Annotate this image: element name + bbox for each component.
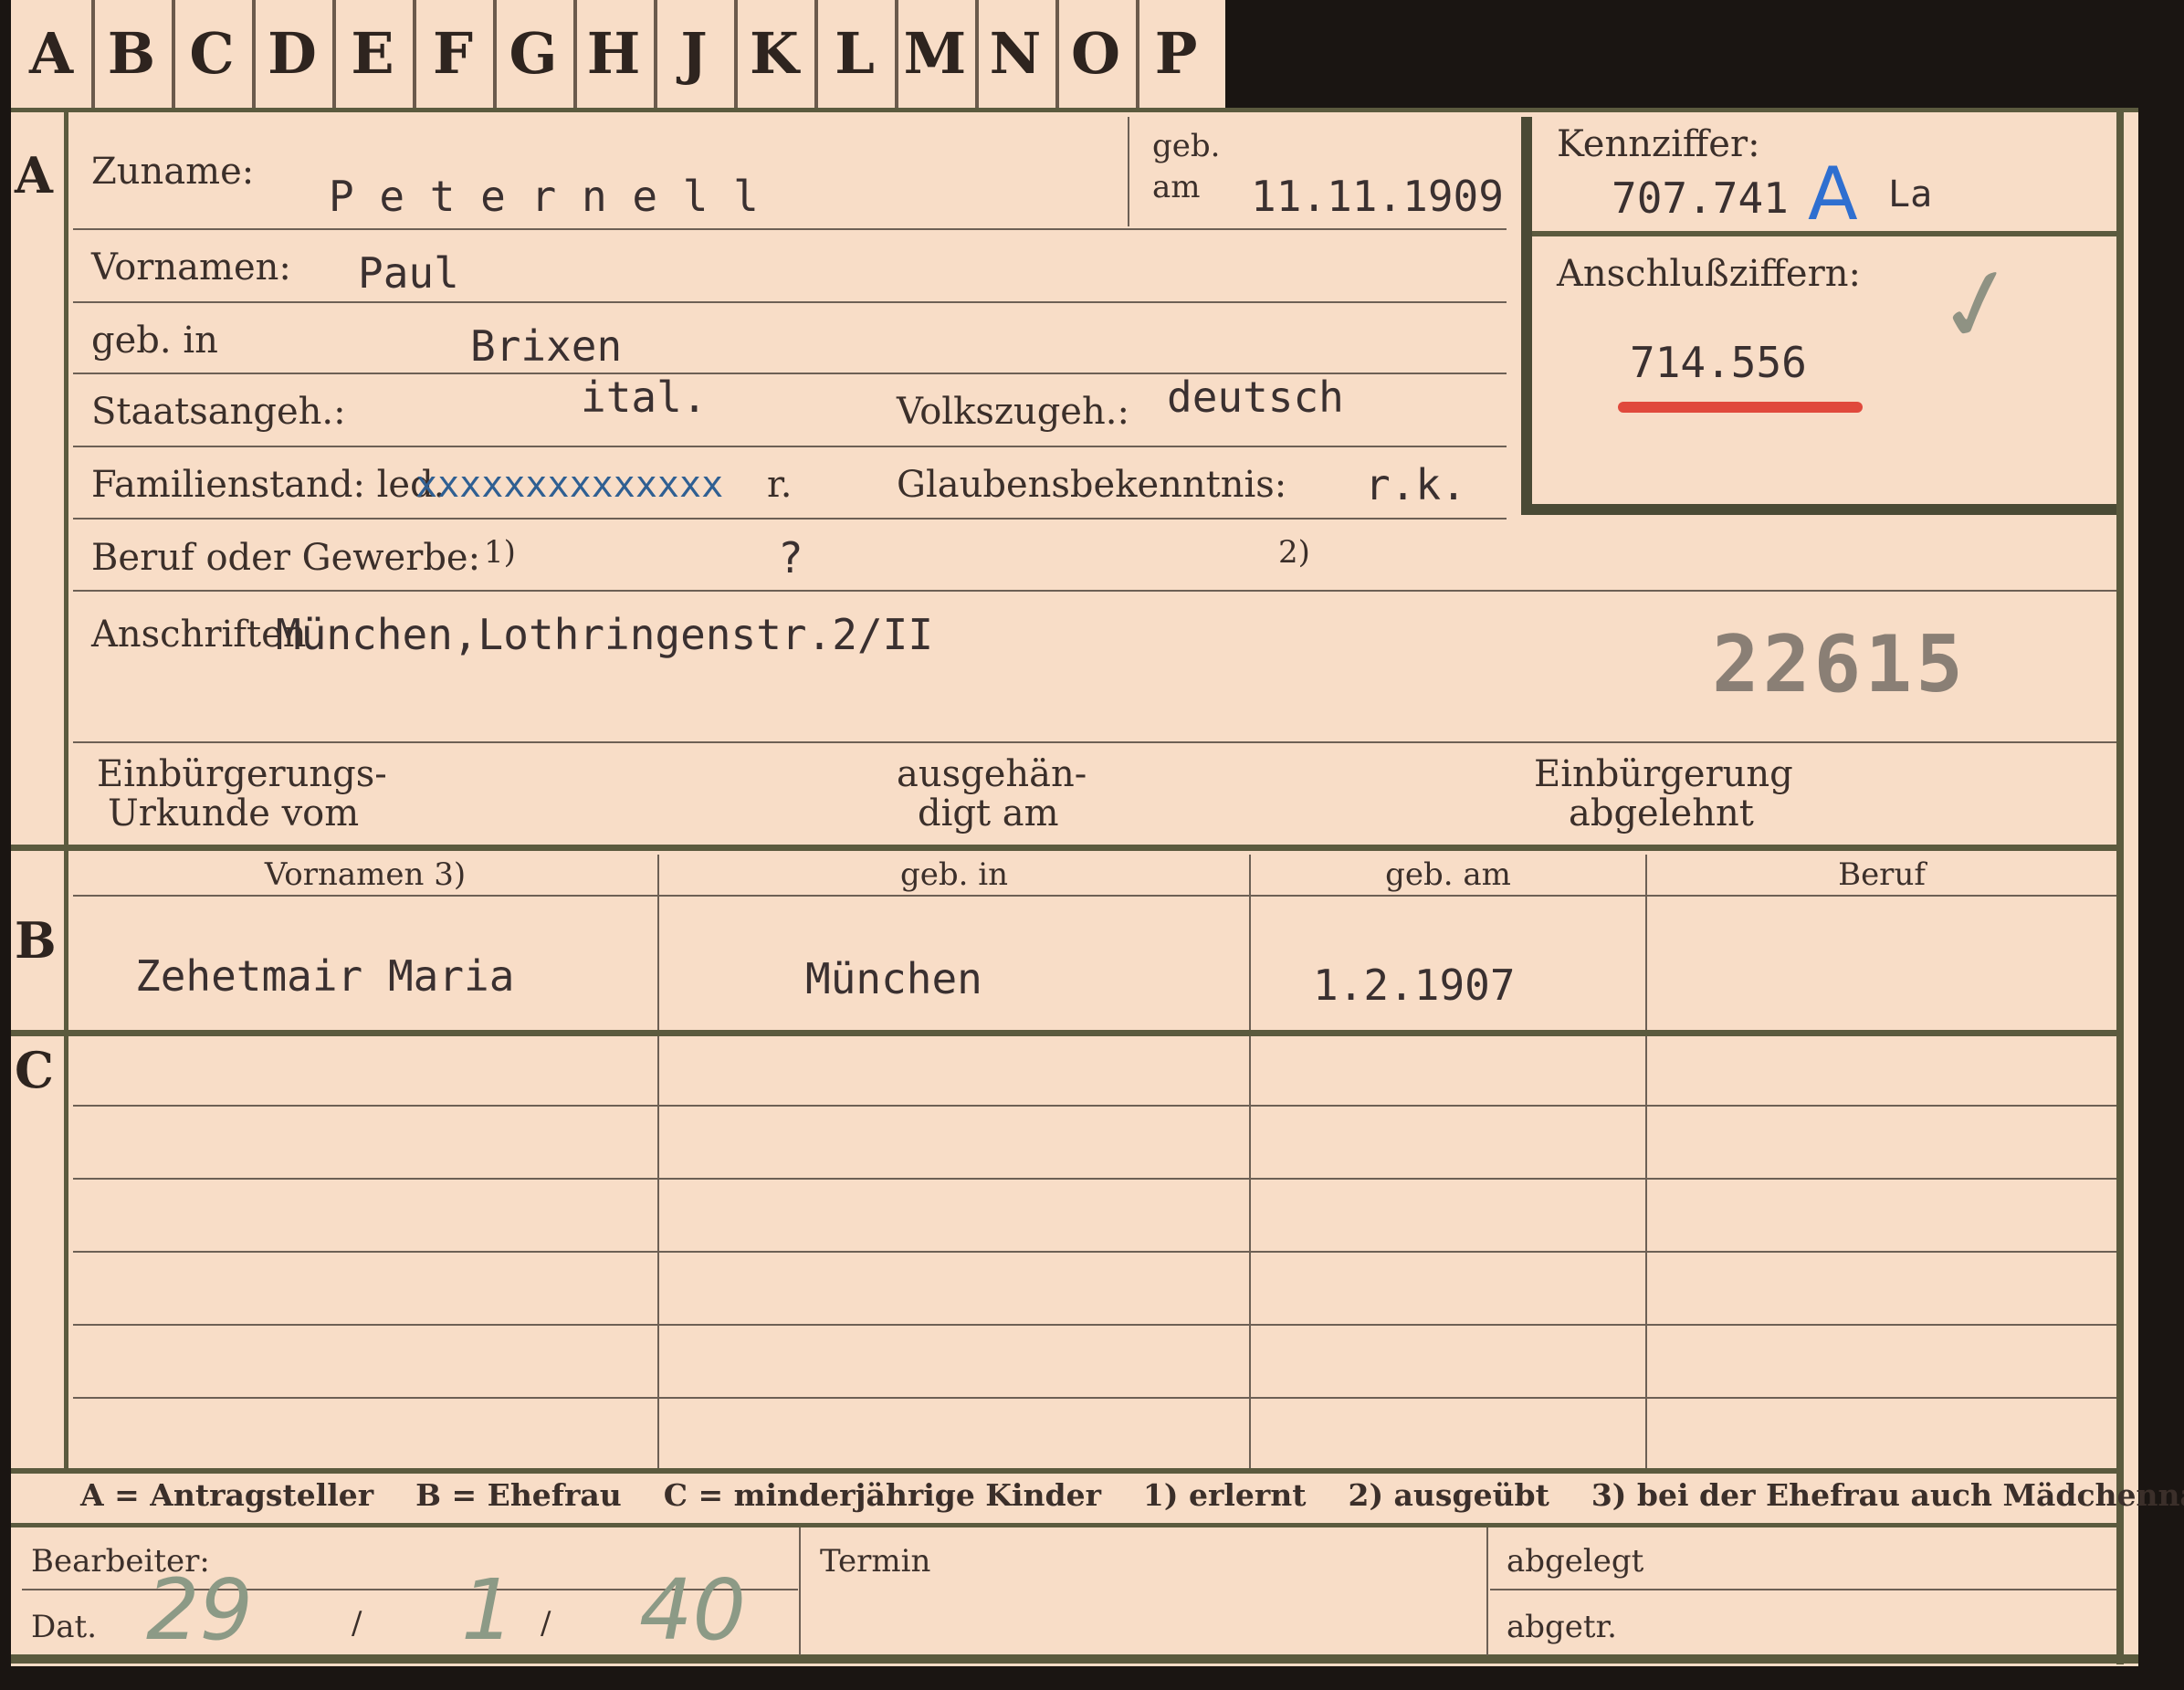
einbuergerung-abgelehnt-label-1: Einbürgerung xyxy=(1534,753,1793,795)
vornamen-value: Paul xyxy=(358,248,459,298)
familienstand-crossed-out: xxxxxxxxxxxxxx xyxy=(415,464,724,506)
kennziffer-value: 707.741 xyxy=(1612,173,1789,223)
tab-f[interactable]: F xyxy=(413,0,497,108)
beruf-label: Beruf oder Gewerbe: xyxy=(91,537,481,579)
child-row-line xyxy=(73,1251,2116,1253)
tab-h[interactable]: H xyxy=(573,0,657,108)
stamp-number: 22615 xyxy=(1712,619,1967,710)
tab-l[interactable]: L xyxy=(814,0,898,108)
abgetr-label: abgetr. xyxy=(1507,1609,1617,1645)
footer-line xyxy=(1490,1589,2116,1590)
tab-d[interactable]: D xyxy=(252,0,336,108)
geb-in-label: geb. in xyxy=(91,320,218,362)
handwritten-year: 40 xyxy=(639,1561,747,1659)
einbuergerung-urkunde-label-2: Urkunde vom xyxy=(108,793,360,835)
kennziffer-la: La xyxy=(1888,173,1933,215)
bottom-rule xyxy=(11,1654,2138,1664)
beruf-value: ? xyxy=(778,533,803,583)
tab-j[interactable]: J xyxy=(654,0,738,108)
table-header-line xyxy=(73,895,2116,897)
section-letter-b: B xyxy=(15,911,57,970)
spouse-geb-am: 1.2.1907 xyxy=(1313,960,1516,1010)
section-letter-a: A xyxy=(15,146,53,205)
glaubensbekenntnis-label: Glaubensbekenntnis: xyxy=(897,464,1287,506)
tab-p[interactable]: P xyxy=(1136,0,1216,108)
child-row-line xyxy=(73,1105,2116,1107)
tab-g[interactable]: G xyxy=(493,0,577,108)
staatsangeh-value: ital. xyxy=(581,373,708,422)
date-separator: / xyxy=(541,1605,551,1642)
footer-divider xyxy=(1486,1527,1488,1655)
kennziffer-suffix: A xyxy=(1808,152,1858,236)
termin-label: Termin xyxy=(820,1543,931,1580)
row-line xyxy=(73,446,1507,447)
anschlussziffern-value: 714.556 xyxy=(1630,338,1807,387)
row-line xyxy=(73,741,2116,743)
col-header-geb-in: geb. in xyxy=(899,856,1009,893)
index-tabs: A B C D E F G H J K L M N O P xyxy=(11,0,1225,110)
anschriften-label: Anschriften xyxy=(91,614,307,656)
volkszugeh-label: Volkszugeh.: xyxy=(897,391,1129,433)
ausgehaendigt-label-1: ausgehän- xyxy=(897,753,1087,795)
col-header-geb-am: geb. am xyxy=(1385,856,1511,893)
glaubensbekenntnis-value: r.k. xyxy=(1365,460,1466,509)
volkszugeh-value: deutsch xyxy=(1167,373,1344,422)
tab-c[interactable]: C xyxy=(172,0,256,108)
tab-n[interactable]: N xyxy=(975,0,1059,108)
tab-e[interactable]: E xyxy=(332,0,416,108)
tab-k[interactable]: K xyxy=(734,0,818,108)
row-line xyxy=(73,590,2116,592)
familienstand-end: r. xyxy=(767,464,793,506)
ausgehaendigt-label-2: digt am xyxy=(918,793,1059,835)
top-rule xyxy=(11,108,2138,112)
familienstand-label: Familienstand: led. xyxy=(91,464,446,506)
kennziffer-label: Kennziffer: xyxy=(1557,123,1760,165)
handwritten-month: 1 xyxy=(461,1561,515,1659)
spouse-geb-in: München xyxy=(805,954,982,1003)
section-letter-c: C xyxy=(15,1041,54,1099)
vornamen-label: Vornamen: xyxy=(91,247,291,289)
footer-divider xyxy=(799,1527,801,1655)
dat-label: Dat. xyxy=(31,1609,98,1645)
child-row-line xyxy=(73,1397,2116,1399)
einbuergerung-urkunde-label-1: Einbürgerungs- xyxy=(97,753,387,795)
anschriften-value: München,Lothringenstr.2/II xyxy=(276,610,934,659)
row-line xyxy=(73,301,1507,303)
row-line xyxy=(73,228,1507,230)
legend: A = Antragsteller B = Ehefrau C = minder… xyxy=(80,1477,2184,1513)
date-separator: / xyxy=(352,1605,362,1642)
red-underline xyxy=(1618,402,1863,413)
left-margin-rule xyxy=(64,112,68,1473)
right-edge-rule xyxy=(2116,112,2124,1664)
col-header-vornamen: Vornamen 3) xyxy=(264,856,467,893)
tab-m[interactable]: M xyxy=(895,0,979,108)
footnote-1-marker: 1) xyxy=(484,534,516,571)
zuname-value: P e t e r n e l l xyxy=(329,172,759,221)
geb-in-value: Brixen xyxy=(470,321,623,371)
section-c-bottom-rule xyxy=(11,1468,2124,1474)
anschlussziffern-label: Anschlußziffern: xyxy=(1557,253,1861,295)
handwritten-day: 29 xyxy=(146,1561,254,1659)
zuname-label: Zuname: xyxy=(91,151,255,193)
row-line xyxy=(73,518,1507,520)
geb-divider xyxy=(1128,117,1129,226)
tab-b[interactable]: B xyxy=(91,0,175,108)
geb-am-value: 11.11.1909 xyxy=(1251,172,1504,221)
einbuergerung-abgelehnt-label-2: abgelehnt xyxy=(1569,793,1754,835)
legend-bottom-rule xyxy=(11,1523,2124,1527)
spouse-vornamen: Zehetmair Maria xyxy=(135,951,515,1001)
am-label: am xyxy=(1152,169,1201,205)
geb-label: geb. xyxy=(1152,128,1221,164)
section-b-bottom-rule xyxy=(11,1030,2124,1036)
abgelegt-label: abgelegt xyxy=(1507,1543,1644,1580)
col-header-beruf: Beruf xyxy=(1838,856,1926,893)
tab-a[interactable]: A xyxy=(11,0,95,108)
child-row-line xyxy=(73,1324,2116,1326)
tab-o[interactable]: O xyxy=(1055,0,1139,108)
footnote-2-marker: 2) xyxy=(1278,534,1310,571)
child-row-line xyxy=(73,1178,2116,1180)
section-a-bottom-rule xyxy=(11,845,2124,851)
staatsangeh-label: Staatsangeh.: xyxy=(91,391,346,433)
